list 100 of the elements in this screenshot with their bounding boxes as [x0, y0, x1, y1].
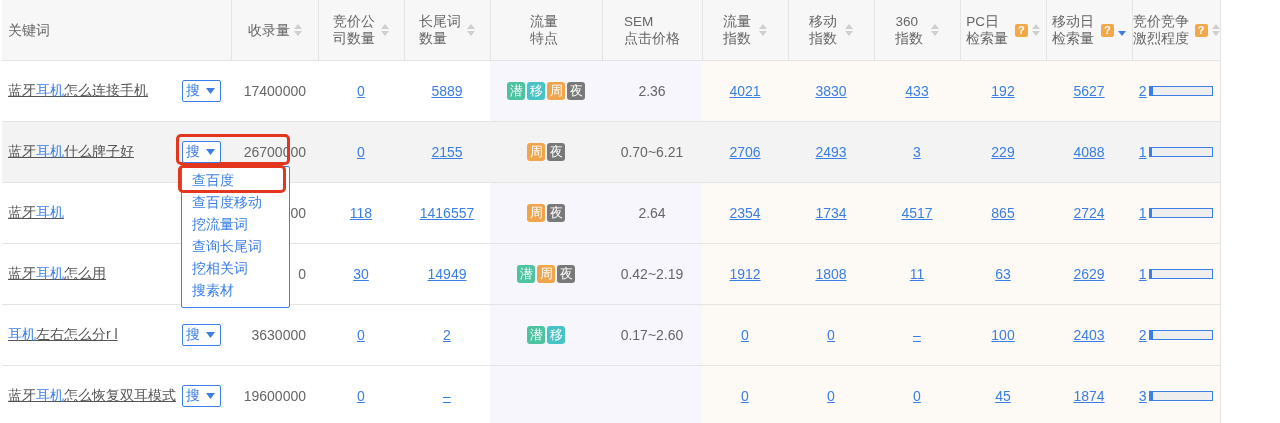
traffic-tag: 潜	[517, 265, 535, 283]
table-link[interactable]: 3830	[815, 83, 847, 99]
table-cell: 19600000	[243, 388, 306, 404]
table-link[interactable]: 5889	[431, 83, 463, 99]
table-link[interactable]: 100	[991, 327, 1015, 343]
column-header[interactable]: 360指数	[874, 0, 960, 61]
table-link[interactable]: 1808	[815, 266, 847, 282]
menu-item[interactable]: 挖相关词	[192, 260, 248, 278]
competition-bar	[1148, 86, 1213, 96]
search-dropdown-button[interactable]: 搜	[182, 141, 221, 163]
table-link[interactable]: 30	[353, 266, 369, 282]
table-link[interactable]: 1912	[729, 266, 761, 282]
traffic-tag: 移	[527, 82, 545, 100]
table-link[interactable]: 1416557	[419, 205, 475, 221]
table-link[interactable]: 433	[905, 83, 929, 99]
traffic-tag: 周	[527, 143, 545, 161]
competition-bar	[1148, 330, 1213, 340]
table-link[interactable]: 865	[991, 205, 1015, 221]
competition-bar	[1148, 208, 1213, 218]
help-icon[interactable]: ?	[1100, 23, 1114, 37]
column-header: 关键词	[2, 0, 231, 61]
competition-bar	[1148, 269, 1213, 279]
table-link[interactable]: 0	[827, 388, 835, 404]
traffic-tag: 夜	[547, 204, 565, 222]
table-link[interactable]: 0	[741, 388, 749, 404]
keyword-link[interactable]: 蓝牙耳机	[8, 204, 64, 222]
table-link[interactable]: 1	[1138, 144, 1147, 160]
traffic-tag: 潜	[527, 326, 545, 344]
menu-item[interactable]: 挖流量词	[192, 216, 248, 234]
caret-icon	[206, 149, 215, 155]
table-link[interactable]: 1	[1138, 205, 1147, 221]
table-link[interactable]: 0	[741, 327, 749, 343]
table-link[interactable]: –	[913, 327, 921, 343]
table-cell: 2.64	[638, 205, 666, 221]
table-link[interactable]: 3	[913, 144, 921, 160]
table-link[interactable]: 3	[1138, 388, 1147, 404]
table-link[interactable]: 0	[827, 327, 835, 343]
table-link[interactable]: 0	[357, 388, 365, 404]
table-link[interactable]: 2155	[431, 144, 463, 160]
search-dropdown-button[interactable]: 搜	[182, 385, 221, 407]
table-cell: 0.17~2.60	[620, 327, 684, 343]
table-link[interactable]: 11	[909, 266, 925, 282]
column-header[interactable]: 流量指数	[702, 0, 788, 61]
table-link[interactable]: –	[443, 388, 451, 404]
table-link[interactable]: 118	[349, 205, 373, 221]
traffic-tag: 夜	[547, 143, 565, 161]
menu-item[interactable]: 搜素材	[192, 282, 234, 300]
table-link[interactable]: 0	[913, 388, 921, 404]
table-cell: 3630000	[251, 327, 306, 343]
menu-item[interactable]: 查百度	[192, 172, 234, 190]
table-link[interactable]: 45	[995, 388, 1011, 404]
column-header[interactable]: 收录量	[231, 0, 318, 61]
table-link[interactable]: 2	[443, 327, 451, 343]
column-header[interactable]: 竞价公司数量	[318, 0, 404, 61]
table-cell: 0	[298, 266, 306, 282]
table-link[interactable]: 0	[357, 144, 365, 160]
table-link[interactable]: 1734	[815, 205, 847, 221]
table-link[interactable]: 0	[357, 327, 365, 343]
help-icon[interactable]: ?	[1014, 23, 1028, 37]
table-cell: 2.36	[638, 83, 666, 99]
column-header: 流量特点	[490, 0, 602, 61]
table-link[interactable]: 2403	[1073, 327, 1105, 343]
table-link[interactable]: 63	[995, 266, 1011, 282]
column-header[interactable]: 移动指数	[788, 0, 874, 61]
menu-item[interactable]: 查百度移动	[192, 194, 262, 212]
traffic-tag: 周	[527, 204, 545, 222]
search-dropdown-button[interactable]: 搜	[182, 80, 221, 102]
table-link[interactable]: 2	[1138, 83, 1147, 99]
table-link[interactable]: 4517	[901, 205, 933, 221]
table-link[interactable]: 2493	[815, 144, 847, 160]
table-link[interactable]: 1	[1138, 266, 1147, 282]
traffic-tag: 潜	[507, 82, 525, 100]
table-link[interactable]: 192	[991, 83, 1015, 99]
menu-item[interactable]: 查询长尾词	[192, 238, 262, 256]
traffic-tag: 移	[547, 326, 565, 344]
table-link[interactable]: 2706	[729, 144, 761, 160]
competition-bar	[1148, 391, 1213, 401]
caret-icon	[206, 332, 215, 338]
table-link[interactable]: 229	[991, 144, 1015, 160]
traffic-tag: 周	[547, 82, 565, 100]
table-link[interactable]: 2	[1138, 327, 1147, 343]
table-link[interactable]: 2354	[729, 205, 761, 221]
help-icon[interactable]: ?	[1194, 23, 1208, 37]
traffic-tag: 夜	[567, 82, 585, 100]
table-link[interactable]: 1874	[1073, 388, 1105, 404]
caret-icon	[206, 88, 215, 94]
table-cell: 0.42~2.19	[620, 266, 684, 282]
table-cell: 17400000	[243, 83, 306, 99]
table-cell: 00	[290, 205, 306, 221]
table-link[interactable]: 4088	[1073, 144, 1105, 160]
table-link[interactable]: 2724	[1073, 205, 1105, 221]
search-dropdown-button[interactable]: 搜	[182, 324, 221, 346]
table-link[interactable]: 5627	[1073, 83, 1105, 99]
table-link[interactable]: 0	[357, 83, 365, 99]
table-link[interactable]: 14949	[427, 266, 467, 282]
table-link[interactable]: 2629	[1073, 266, 1105, 282]
table-cell: 0.70~6.21	[620, 144, 684, 160]
caret-icon	[206, 393, 215, 399]
column-header[interactable]: 长尾词数量	[404, 0, 490, 61]
table-link[interactable]: 4021	[729, 83, 761, 99]
